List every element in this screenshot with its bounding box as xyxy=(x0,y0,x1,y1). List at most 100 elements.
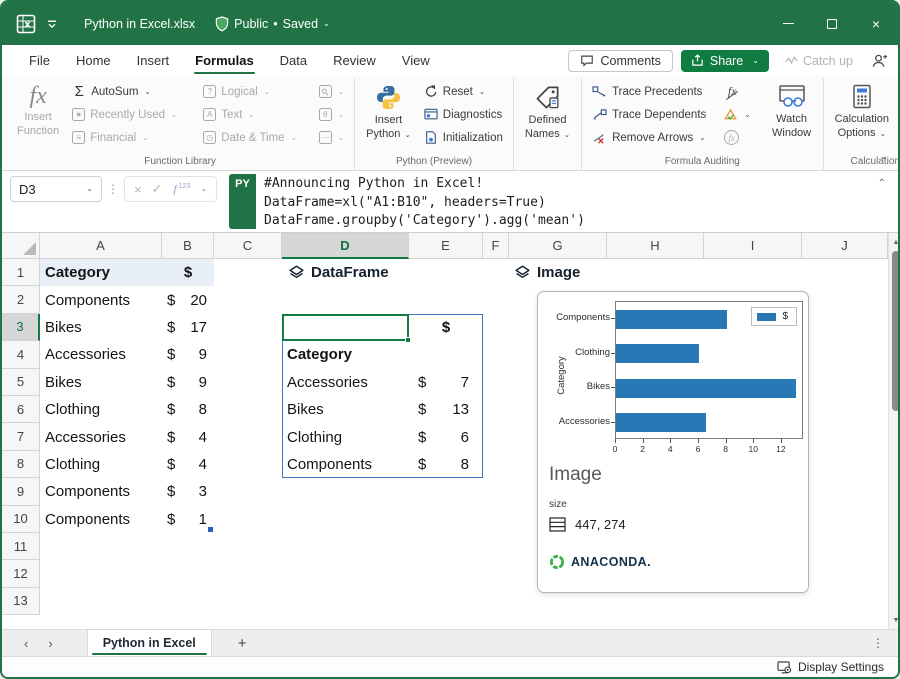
cell-A1[interactable]: Category xyxy=(40,259,162,286)
column-header-D[interactable]: D xyxy=(282,233,409,259)
dataframe-card-label[interactable]: DataFrame xyxy=(288,259,448,286)
column-header-G[interactable]: G xyxy=(509,233,607,259)
financial-button[interactable]: ≡Financial⌄ xyxy=(68,126,181,149)
row-header-5[interactable]: 5 xyxy=(2,369,40,396)
row-header-8[interactable]: 8 xyxy=(2,451,40,478)
cell-B6[interactable]: $8 xyxy=(162,396,214,423)
scroll-down-icon[interactable]: ▼ xyxy=(889,613,898,627)
cell-E5[interactable]: $7 xyxy=(409,369,483,396)
tab-formulas[interactable]: Formulas xyxy=(182,45,267,76)
cell-A2[interactable]: Components xyxy=(40,286,162,313)
display-settings-button[interactable]: Display Settings xyxy=(777,660,884,674)
scroll-up-icon[interactable]: ▲ xyxy=(889,235,898,249)
cell-B2[interactable]: $20 xyxy=(162,286,214,313)
tab-file[interactable]: File xyxy=(16,45,63,76)
prev-sheet-icon[interactable]: ‹ xyxy=(24,636,28,651)
cell-B4[interactable]: $9 xyxy=(162,341,214,368)
diagnostics-button[interactable]: Diagnostics xyxy=(420,103,507,126)
scrollbar-thumb[interactable] xyxy=(892,251,898,411)
cell-B7[interactable]: $4 xyxy=(162,423,214,450)
column-header-I[interactable]: I xyxy=(704,233,802,259)
insert-function-button[interactable]: fx InsertFunction xyxy=(12,80,64,139)
trace-dependents-button[interactable]: Trace Dependents xyxy=(588,103,710,126)
row-header-7[interactable]: 7 xyxy=(2,423,40,450)
new-sheet-button[interactable]: + xyxy=(212,630,273,656)
cell-E6[interactable]: $13 xyxy=(409,396,483,423)
sheet-tab-active[interactable]: Python in Excel xyxy=(87,630,212,656)
cell-A10[interactable]: Components xyxy=(40,506,162,533)
insert-python-button[interactable]: InsertPython ⌄ xyxy=(361,80,416,142)
autosum-button[interactable]: ΣAutoSum⌄ xyxy=(68,80,181,103)
share-button[interactable]: Share ⌄ xyxy=(681,50,769,72)
cell-B10[interactable]: $1 xyxy=(162,506,214,533)
quick-access-toolbar-icon[interactable] xyxy=(46,19,58,29)
row-header-2[interactable]: 2 xyxy=(2,286,40,313)
close-button[interactable]: × xyxy=(854,2,898,45)
select-all-corner[interactable] xyxy=(2,233,40,259)
maximize-button[interactable] xyxy=(810,2,854,45)
column-header-B[interactable]: B xyxy=(162,233,214,259)
cell-D5[interactable]: Accessories xyxy=(282,369,409,396)
text-button[interactable]: AText⌄ xyxy=(199,103,301,126)
defined-names-button[interactable]: DefinedNames ⌄ xyxy=(520,80,575,142)
cell-A3[interactable]: Bikes xyxy=(40,314,162,341)
column-header-H[interactable]: H xyxy=(607,233,704,259)
column-header-J[interactable]: J xyxy=(802,233,888,259)
tab-data[interactable]: Data xyxy=(267,45,320,76)
math-trig-button[interactable]: θ⌄ xyxy=(315,103,348,126)
cell-B8[interactable]: $4 xyxy=(162,451,214,478)
collapse-formula-bar-icon[interactable]: ⌃ xyxy=(878,174,892,229)
recently-used-button[interactable]: ★Recently Used⌄ xyxy=(68,103,181,126)
logical-button[interactable]: ?Logical⌄ xyxy=(199,80,301,103)
cancel-icon[interactable]: × xyxy=(134,182,142,197)
cell-A5[interactable]: Bikes xyxy=(40,369,162,396)
cell-D8[interactable]: Components xyxy=(282,451,409,478)
sheet-bar-more-icon[interactable]: ⋮ xyxy=(858,630,898,656)
image-card-label[interactable]: Image xyxy=(514,259,674,286)
error-checking-button[interactable]: ⌄ xyxy=(720,103,754,126)
cell-D7[interactable]: Clothing xyxy=(282,423,409,450)
cell-B3[interactable]: $17 xyxy=(162,314,214,341)
trace-precedents-button[interactable]: Trace Precedents xyxy=(588,80,710,103)
column-header-E[interactable]: E xyxy=(409,233,483,259)
formula-bar-grip[interactable]: ⋮ xyxy=(102,174,124,204)
cell-B5[interactable]: $9 xyxy=(162,369,214,396)
tab-insert[interactable]: Insert xyxy=(124,45,183,76)
row-header-3[interactable]: 3 xyxy=(2,314,40,341)
row-header-1[interactable]: 1 xyxy=(2,259,40,286)
cell-A8[interactable]: Clothing xyxy=(40,451,162,478)
column-header-A[interactable]: A xyxy=(40,233,162,259)
more-functions-button[interactable]: ⋯⌄ xyxy=(315,126,348,149)
tab-home[interactable]: Home xyxy=(63,45,124,76)
lookup-reference-button[interactable]: ⌄ xyxy=(315,80,348,103)
cell-E3[interactable]: $ xyxy=(409,314,483,341)
cell-E8[interactable]: $8 xyxy=(409,451,483,478)
cell-D4[interactable]: Category xyxy=(282,341,409,368)
row-header-4[interactable]: 4 xyxy=(2,341,40,368)
sheet-grid[interactable]: Category $ ComponentsClothingBikesAccess… xyxy=(2,233,898,629)
next-sheet-icon[interactable]: › xyxy=(48,636,52,651)
formula-input[interactable]: #Announcing Python in Excel! DataFrame=x… xyxy=(256,174,878,229)
remove-arrows-button[interactable]: Remove Arrows⌄ xyxy=(588,126,710,149)
cell-D6[interactable]: Bikes xyxy=(282,396,409,423)
cell-E7[interactable]: $6 xyxy=(409,423,483,450)
minimize-button[interactable] xyxy=(766,2,810,45)
row-header-6[interactable]: 6 xyxy=(2,396,40,423)
column-header-C[interactable]: C xyxy=(214,233,282,259)
row-header-13[interactable]: 13 xyxy=(2,588,40,615)
comments-button[interactable]: Comments xyxy=(568,50,672,72)
calculation-options-button[interactable]: CalculationOptions ⌄ xyxy=(830,80,894,141)
date-time-button[interactable]: ◷Date & Time⌄ xyxy=(199,126,301,149)
cell-A6[interactable]: Clothing xyxy=(40,396,162,423)
reset-button[interactable]: Reset⌄ xyxy=(420,80,507,103)
row-header-9[interactable]: 9 xyxy=(2,478,40,505)
function-123-icon[interactable]: ƒ123 xyxy=(173,183,191,196)
show-formulas-button[interactable]: fx xyxy=(720,80,754,103)
save-status-group[interactable]: Public • Saved ⌄ xyxy=(215,16,330,32)
cell-A7[interactable]: Accessories xyxy=(40,423,162,450)
collapse-ribbon-icon[interactable]: ⌄ xyxy=(880,151,888,162)
fill-handle[interactable] xyxy=(405,337,411,343)
enter-icon[interactable]: ✓ xyxy=(152,181,163,197)
initialization-button[interactable]: Initialization xyxy=(420,126,507,149)
row-header-11[interactable]: 11 xyxy=(2,533,40,560)
